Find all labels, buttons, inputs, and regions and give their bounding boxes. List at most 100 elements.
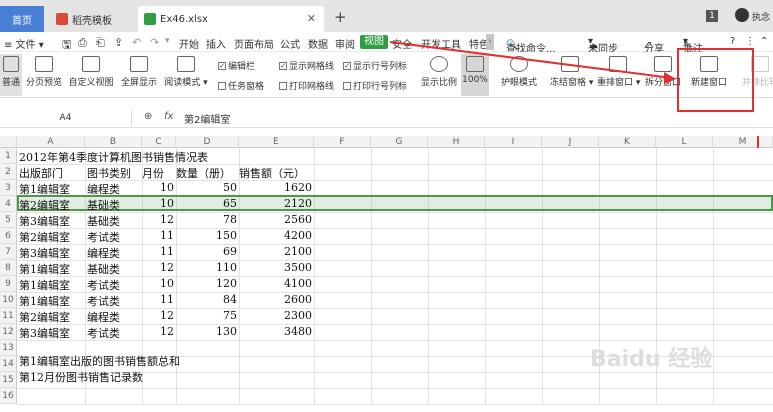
column-header[interactable]: L xyxy=(656,136,713,148)
zoom-button[interactable]: 显示比例 xyxy=(421,54,457,88)
row-header[interactable]: 8 xyxy=(0,260,17,276)
column-header[interactable]: K xyxy=(599,136,656,148)
table-cell[interactable]: 第1编辑室 xyxy=(19,293,70,309)
table-cell[interactable]: 75 xyxy=(176,309,237,322)
table-cell[interactable]: 150 xyxy=(176,229,237,242)
zoom-search-icon[interactable]: ⊕ xyxy=(144,111,152,122)
row-header[interactable]: 12 xyxy=(0,324,17,340)
table-cell[interactable]: 11 xyxy=(142,245,174,258)
avatar[interactable] xyxy=(735,8,749,22)
column-header[interactable]: D xyxy=(176,136,239,148)
edit-bar-checkbox[interactable]: ✓ 编辑栏 xyxy=(218,59,255,72)
collapse-ribbon-icon[interactable]: ⌃ xyxy=(760,36,768,47)
table-cell[interactable]: 2120 xyxy=(239,197,312,210)
header-cell[interactable]: 图书类别 xyxy=(87,165,131,181)
menu-item-review[interactable]: 审阅 xyxy=(335,36,355,51)
menu-item-data[interactable]: 数据 xyxy=(308,36,328,51)
custom-view-button[interactable]: 自定义视图 xyxy=(68,54,114,88)
note-cell[interactable]: 第12月份图书销售记录数 xyxy=(19,369,143,385)
table-cell[interactable]: 11 xyxy=(142,229,174,242)
table-cell[interactable]: 编程类 xyxy=(87,181,120,197)
table-cell[interactable]: 10 xyxy=(142,277,174,290)
table-cell[interactable]: 基础类 xyxy=(87,197,120,213)
menu-item-view[interactable]: 视图 xyxy=(360,35,388,49)
eye-protection-button[interactable]: 护眼模式 xyxy=(500,54,538,88)
table-cell[interactable]: 4200 xyxy=(239,229,312,242)
table-cell[interactable]: 考试类 xyxy=(87,325,120,341)
table-cell[interactable]: 12 xyxy=(142,213,174,226)
header-cell[interactable]: 销售额（元） xyxy=(239,165,305,181)
sync-status[interactable]: ☁ 未同步 ▾ xyxy=(588,36,618,55)
gridlines-checkbox[interactable]: ✓ 显示网格线 xyxy=(279,59,334,72)
row-header[interactable]: 14 xyxy=(0,356,17,372)
split-window-button[interactable]: 拆分窗口 xyxy=(645,54,681,88)
table-cell[interactable]: 第3编辑室 xyxy=(19,245,70,261)
table-cell[interactable]: 3500 xyxy=(239,261,312,274)
redo-icon[interactable]: ↷ xyxy=(150,36,159,49)
header-cell[interactable]: 出版部门 xyxy=(19,165,63,181)
table-cell[interactable]: 10 xyxy=(142,197,174,210)
help-icon[interactable]: ? xyxy=(730,36,735,47)
header-cell[interactable]: 数量（册） xyxy=(176,165,231,181)
table-cell[interactable]: 2560 xyxy=(239,213,312,226)
table-cell[interactable]: 3480 xyxy=(239,325,312,338)
row-header[interactable]: 9 xyxy=(0,276,17,292)
table-cell[interactable]: 10 xyxy=(142,181,174,194)
table-cell[interactable]: 50 xyxy=(176,181,237,194)
more-menu-icon[interactable]: › xyxy=(486,34,494,50)
table-cell[interactable]: 65 xyxy=(176,197,237,210)
menu-item-developer[interactable]: 开发工具 xyxy=(421,36,461,51)
undo-icon[interactable]: ↶ xyxy=(132,36,141,49)
rearrange-windows-button[interactable]: 重排窗口 ▾ xyxy=(597,54,640,88)
column-header[interactable]: G xyxy=(371,136,428,148)
export-icon[interactable]: ⇪ xyxy=(114,36,123,49)
table-cell[interactable]: 第1编辑室 xyxy=(19,261,70,277)
tab-home[interactable]: 首页 xyxy=(0,6,44,32)
table-cell[interactable]: 第2编辑室 xyxy=(19,197,70,213)
table-cell[interactable]: 1620 xyxy=(239,181,312,194)
note-cell[interactable]: 第1编辑室出版的图书销售额总和 xyxy=(19,353,180,369)
normal-view-button[interactable]: 普通 xyxy=(0,54,22,96)
row-header[interactable]: 2 xyxy=(0,164,17,180)
row-header[interactable]: 5 xyxy=(0,212,17,228)
column-header[interactable]: I xyxy=(485,136,542,148)
column-header[interactable]: B xyxy=(85,136,142,148)
row-header[interactable]: 1 xyxy=(0,148,17,164)
table-cell[interactable]: 基础类 xyxy=(87,213,120,229)
table-cell[interactable]: 78 xyxy=(176,213,237,226)
table-cell[interactable]: 编程类 xyxy=(87,245,120,261)
annotate-button[interactable]: ✎ 批注 ▾ xyxy=(683,36,703,55)
column-header[interactable]: F xyxy=(314,136,371,148)
table-cell[interactable]: 第2编辑室 xyxy=(19,309,70,325)
name-box[interactable]: A4 xyxy=(0,110,132,126)
table-cell[interactable]: 第2编辑室 xyxy=(19,229,70,245)
table-cell[interactable]: 130 xyxy=(176,325,237,338)
menu-item-formula[interactable]: 公式 xyxy=(280,36,300,51)
table-cell[interactable]: 84 xyxy=(176,293,237,306)
freeze-panes-button[interactable]: 冻结窗格 ▾ xyxy=(550,54,593,88)
table-cell[interactable]: 12 xyxy=(142,325,174,338)
column-header[interactable]: A xyxy=(17,136,85,148)
sheet-title[interactable]: 2012年第4季度计算机图书销售情况表 xyxy=(19,149,208,165)
column-header[interactable]: C xyxy=(142,136,176,148)
window-count-badge[interactable]: 1 xyxy=(706,10,718,22)
menu-item-insert[interactable]: 插入 xyxy=(206,36,226,51)
file-menu[interactable]: ≡ 文件 ▾ xyxy=(4,36,44,51)
fx-icon[interactable]: fx xyxy=(164,111,173,122)
row-header[interactable]: 13 xyxy=(0,340,17,356)
tab-file[interactable]: Ex46.xlsx ✕ xyxy=(138,6,324,32)
print-row-col-checkbox[interactable]: 打印行号列标 xyxy=(343,79,407,92)
table-cell[interactable]: 11 xyxy=(142,293,174,306)
close-tab-icon[interactable]: ✕ xyxy=(307,12,316,25)
print-gridlines-checkbox[interactable]: 打印网格线 xyxy=(279,79,334,92)
row-header[interactable]: 6 xyxy=(0,228,17,244)
table-cell[interactable]: 编程类 xyxy=(87,309,120,325)
column-header[interactable]: H xyxy=(428,136,485,148)
table-cell[interactable]: 第3编辑室 xyxy=(19,213,70,229)
row-col-headers-checkbox[interactable]: ✓ 显示行号列标 xyxy=(343,59,407,72)
row-header[interactable]: 11 xyxy=(0,308,17,324)
row-header[interactable]: 16 xyxy=(0,388,17,404)
column-header[interactable]: J xyxy=(542,136,599,148)
table-cell[interactable]: 第1编辑室 xyxy=(19,277,70,293)
table-cell[interactable]: 第3编辑室 xyxy=(19,325,70,341)
